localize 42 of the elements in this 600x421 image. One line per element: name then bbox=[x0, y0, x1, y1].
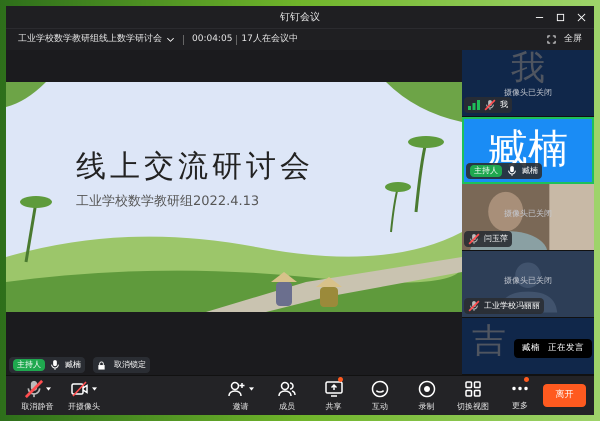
fullscreen-icon bbox=[547, 35, 556, 44]
muted-microphone-icon bbox=[24, 378, 44, 398]
presenter-name: 臧楠 bbox=[65, 359, 81, 371]
chevron-down-icon[interactable] bbox=[166, 35, 175, 44]
toolbar-button[interactable]: 成员 bbox=[264, 378, 310, 412]
video-tile[interactable]: 摄像头已关闭 工业学校冯丽丽 bbox=[462, 251, 594, 318]
toolbar-button[interactable]: 共享 bbox=[310, 378, 357, 412]
record-icon bbox=[416, 378, 437, 398]
video-tile[interactable]: 我 摄像头已关闭 我 bbox=[462, 50, 594, 117]
lock-icon bbox=[97, 360, 106, 370]
camera-off-note: 摄像头已关闭 bbox=[503, 275, 553, 287]
close-icon[interactable] bbox=[577, 12, 586, 22]
toolbar-button[interactable]: 邀请 bbox=[217, 378, 264, 412]
window-title: 钉钉会议 bbox=[280, 10, 320, 24]
speaker-name: 臧楠 bbox=[522, 342, 540, 355]
speaking-status: 正在发言 bbox=[548, 342, 584, 355]
toolbar-button[interactable]: 取消静音 bbox=[14, 378, 61, 412]
participant-name-large: 我 bbox=[510, 51, 546, 85]
participant-name: 臧楠 bbox=[522, 166, 538, 177]
host-badge: 主持人 bbox=[13, 359, 45, 371]
camera-off-icon bbox=[70, 378, 90, 398]
participant-name: 我 bbox=[500, 99, 508, 111]
participant-name: 工业学校冯丽丽 bbox=[484, 300, 540, 312]
screen-share-icon bbox=[324, 378, 344, 398]
toolbar-button[interactable]: 互动 bbox=[356, 378, 404, 412]
meeting-duration: 00:04:05 bbox=[192, 32, 232, 46]
meeting-name[interactable]: 工业学校数学教研组线上数学研讨会 bbox=[18, 32, 162, 46]
host-badge: 主持人 bbox=[470, 165, 502, 177]
toolbar-button[interactable]: 切换视图 bbox=[450, 378, 496, 412]
camera-off-note: 摄像头已关闭 bbox=[503, 87, 553, 99]
participant-count: 17人在会议中 bbox=[241, 32, 298, 46]
fullscreen-button[interactable]: 全屏 bbox=[547, 32, 582, 46]
unlock-button[interactable]: 取消锁定 bbox=[93, 357, 150, 373]
more-icon bbox=[510, 386, 530, 391]
toolbar-button[interactable]: 录制 bbox=[403, 378, 450, 412]
smile-icon bbox=[370, 378, 390, 398]
grid-icon bbox=[463, 378, 484, 398]
toolbar-button[interactable]: 更多 bbox=[496, 379, 544, 412]
maximize-icon[interactable] bbox=[556, 12, 565, 22]
toolbar-button[interactable]: 开摄像头 bbox=[60, 378, 108, 412]
participant-name-large: 吉 bbox=[472, 324, 506, 358]
participant-name: 闫玉萍 bbox=[484, 233, 508, 245]
